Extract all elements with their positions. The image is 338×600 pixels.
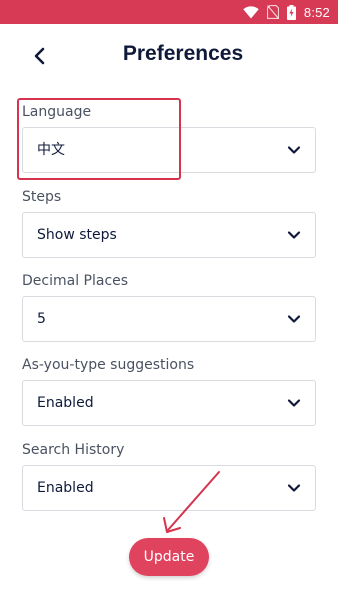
chevron-down-icon bbox=[287, 315, 301, 323]
decimal-places-select[interactable]: 5 bbox=[22, 296, 316, 342]
search-history-field: Search History Enabled bbox=[22, 440, 316, 511]
suggestions-value: Enabled bbox=[37, 395, 94, 411]
language-select[interactable]: 中文 bbox=[22, 127, 316, 173]
chevron-down-icon bbox=[287, 484, 301, 492]
update-button[interactable]: Update bbox=[129, 538, 209, 576]
steps-label: Steps bbox=[22, 189, 62, 205]
suggestions-select[interactable]: Enabled bbox=[22, 380, 316, 426]
no-sim-icon bbox=[266, 5, 279, 19]
suggestions-label: As-you-type suggestions bbox=[22, 357, 195, 373]
status-icons: 8:52 bbox=[243, 0, 330, 24]
decimal-places-field: Decimal Places 5 bbox=[22, 271, 316, 342]
search-history-label: Search History bbox=[22, 442, 125, 458]
chevron-down-icon bbox=[287, 399, 301, 407]
steps-value: Show steps bbox=[37, 227, 117, 243]
steps-select[interactable]: Show steps bbox=[22, 212, 316, 258]
status-time: 8:52 bbox=[303, 4, 330, 20]
battery-charging-icon bbox=[286, 4, 296, 20]
header: Preferences bbox=[0, 24, 338, 88]
suggestions-field: As-you-type suggestions Enabled bbox=[22, 355, 316, 426]
chevron-down-icon bbox=[287, 231, 301, 239]
language-field: Language 中文 bbox=[22, 102, 316, 173]
decimal-places-value: 5 bbox=[37, 311, 46, 327]
language-label: Language bbox=[22, 104, 92, 120]
decimal-places-label: Decimal Places bbox=[22, 273, 129, 289]
page-title: Preferences bbox=[122, 42, 244, 65]
status-bar: 8:52 bbox=[0, 0, 338, 24]
steps-field: Steps Show steps bbox=[22, 187, 316, 258]
search-history-value: Enabled bbox=[37, 480, 94, 496]
language-value: 中文 bbox=[37, 142, 65, 158]
wifi-icon bbox=[243, 5, 259, 19]
chevron-down-icon bbox=[287, 146, 301, 154]
search-history-select[interactable]: Enabled bbox=[22, 465, 316, 511]
